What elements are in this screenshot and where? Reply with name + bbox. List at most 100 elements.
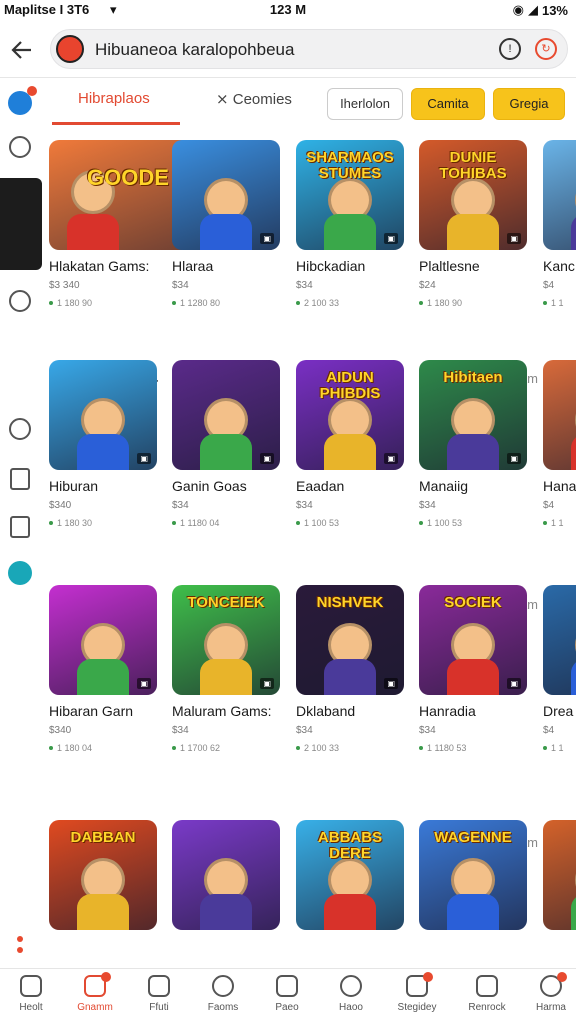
character-body	[447, 894, 499, 930]
game-thumbnail: WAGENNE	[419, 820, 527, 930]
video-badge-icon: ▣	[507, 453, 521, 464]
search-input[interactable]: Hibuaneoa karalopohbeua	[95, 40, 294, 60]
game-card[interactable]: ▣ Hlaraa $34 1 1280 80	[172, 140, 280, 308]
search-bar[interactable]: Hibuaneoa karalopohbeua ! ↻	[50, 29, 568, 69]
nav-item-harma[interactable]: Harma	[520, 972, 576, 1013]
app-logo-icon	[56, 35, 84, 63]
nav-item-haoo[interactable]: Haoo	[320, 975, 382, 1013]
book-button[interactable]	[7, 466, 33, 492]
game-card[interactable]: ABBABS DERE	[296, 820, 404, 930]
nav-item-renrock[interactable]: Renrock	[456, 975, 518, 1013]
card-price: $340	[49, 725, 72, 736]
card-price: $24	[419, 280, 436, 291]
video-badge-icon: ▣	[137, 453, 151, 464]
camera-button[interactable]	[7, 288, 33, 314]
game-card[interactable]: ▣ Ganin Goas $34 1 1180 04	[172, 360, 280, 528]
card-price: $4	[543, 500, 555, 511]
alert-icon	[9, 136, 31, 158]
status-dot	[419, 746, 423, 750]
card-meta-text: 1 1	[551, 518, 564, 528]
gift-icon	[406, 972, 433, 997]
featured-thumbnail[interactable]	[0, 178, 42, 270]
game-card[interactable]: ▣ Drea $4 1 1	[543, 585, 576, 753]
nav-item-gnamm[interactable]: Gnamm	[64, 972, 126, 1013]
game-logo-text: ABBABS DERE	[317, 829, 383, 862]
card-meta-text: 1 100 53	[304, 518, 340, 528]
game-thumbnail: ▣	[543, 585, 576, 695]
game-card[interactable]: AIDUN PHIBDIS ▣ Eaadan $34 1 100 53	[296, 360, 404, 528]
game-card[interactable]: FIDI	[543, 820, 576, 930]
status-dot	[172, 521, 176, 525]
card-meta-text: 1 100 53	[427, 518, 463, 528]
card-price: $34	[296, 725, 313, 736]
video-badge-icon: ▣	[260, 678, 274, 689]
character-body	[571, 214, 576, 250]
tv-icon	[8, 561, 32, 585]
character-body	[200, 894, 252, 930]
close-icon: ⨯	[216, 91, 229, 108]
game-card[interactable]: WAGENNE	[419, 820, 527, 930]
video-badge-icon: ▣	[507, 233, 521, 244]
alarm-icon: ◉	[512, 2, 524, 17]
status-bar: Maplitse I 3T6 ▾ 123 M ◉ ◢ 13%	[0, 0, 576, 22]
card-meta: 1 1280 80	[172, 298, 280, 308]
game-card[interactable]: Hibitaen ▣ Manaiig $34 1 100 53	[419, 360, 527, 528]
nav-label: Gnamm	[77, 1002, 113, 1013]
camera-icon	[9, 290, 31, 312]
calendar-button[interactable]	[7, 514, 33, 540]
character-body	[67, 214, 119, 250]
nav-item-heolt[interactable]: Heolt	[0, 975, 62, 1013]
notification-badge	[27, 86, 37, 96]
game-card[interactable]: ▣ Hiburan $340 1 180 30	[49, 360, 157, 528]
chip-filter-2[interactable]: Camita	[411, 88, 485, 120]
bottom-nav: Heolt Gnamm Ffuti Faoms Paeo Haoo Stegidey Renr…	[0, 968, 576, 1024]
info-icon[interactable]: !	[499, 38, 521, 60]
nav-label: Stegidey	[397, 1002, 437, 1013]
game-card[interactable]	[172, 820, 280, 930]
game-card[interactable]: TONCEIEK ▣ Maluram Gams: $34 1 1700 62	[172, 585, 280, 753]
alert-button[interactable]	[7, 134, 33, 160]
tab-featured[interactable]: Hibraplaos	[78, 90, 150, 107]
game-card[interactable]: DUNIE TOHIBAS ▣ Plaltlesne $24 1 180 90	[419, 140, 527, 308]
game-card[interactable]: SOCIEK ▣ Hanradia $34 1 1180 53	[419, 585, 527, 753]
nav-item-stegidey[interactable]: Stegidey	[386, 972, 448, 1013]
game-card[interactable]: ▣ Hibaran Garn $340 1 180 04	[49, 585, 157, 753]
status-dot	[172, 746, 176, 750]
nav-item-faoms[interactable]: Faoms	[192, 975, 254, 1013]
card-meta-text: 1 1	[551, 298, 564, 308]
game-card[interactable]: ▣ Hana $4 1 1	[543, 360, 576, 528]
game-thumbnail: FIDI	[543, 820, 576, 930]
game-card[interactable]: SHARMAOS STUMES ▣ Hibckadian $34 2 100 33	[296, 140, 404, 308]
nav-label: Haoo	[339, 1002, 363, 1013]
back-button[interactable]	[8, 36, 36, 64]
game-thumbnail: SHARMAOS STUMES ▣	[296, 140, 404, 250]
tv-button[interactable]	[7, 560, 33, 586]
game-card[interactable]: NISHVEK ▣ Dklaband $34 2 100 33	[296, 585, 404, 753]
card-meta-text: 1 180 04	[57, 743, 93, 753]
card-meta-text: 1 1	[551, 743, 564, 753]
top-bar: Hibuaneoa karalopohbeua ! ↻	[0, 22, 576, 78]
game-card[interactable]: DABBAN	[49, 820, 157, 930]
game-thumbnail: ▣	[172, 360, 280, 470]
card-title: Hiburan	[49, 478, 99, 494]
card-meta: 1 1	[543, 743, 576, 753]
status-icons: ◉ ◢ 13%	[513, 2, 568, 18]
clock-button[interactable]	[7, 416, 33, 442]
app-screen: { "status_bar": {"carrier": "Maplitse I …	[0, 0, 576, 1024]
character-body	[324, 434, 376, 470]
nav-item-ffuti[interactable]: Ffuti	[128, 975, 190, 1013]
refresh-icon[interactable]: ↻	[535, 38, 557, 60]
chip-filter-1[interactable]: Iherlolon	[327, 88, 403, 120]
nav-item-paeo[interactable]: Paeo	[256, 975, 318, 1013]
chip-filter-3[interactable]: Gregia	[493, 88, 565, 120]
game-card[interactable]: ▣ Kanc $4 1 1	[543, 140, 576, 308]
card-meta: 1 1180 53	[419, 743, 527, 753]
tab-games-label: Ceomies	[232, 91, 292, 108]
game-thumbnail: DABBAN	[49, 820, 157, 930]
nav-label: Renrock	[468, 1002, 506, 1013]
book-icon	[10, 468, 30, 490]
tab-games[interactable]: ⨯ Ceomies	[216, 90, 292, 108]
game-logo-text: SHARMAOS STUMES	[306, 149, 394, 182]
video-badge-icon: ▣	[260, 453, 274, 464]
chat-button[interactable]	[7, 86, 37, 116]
